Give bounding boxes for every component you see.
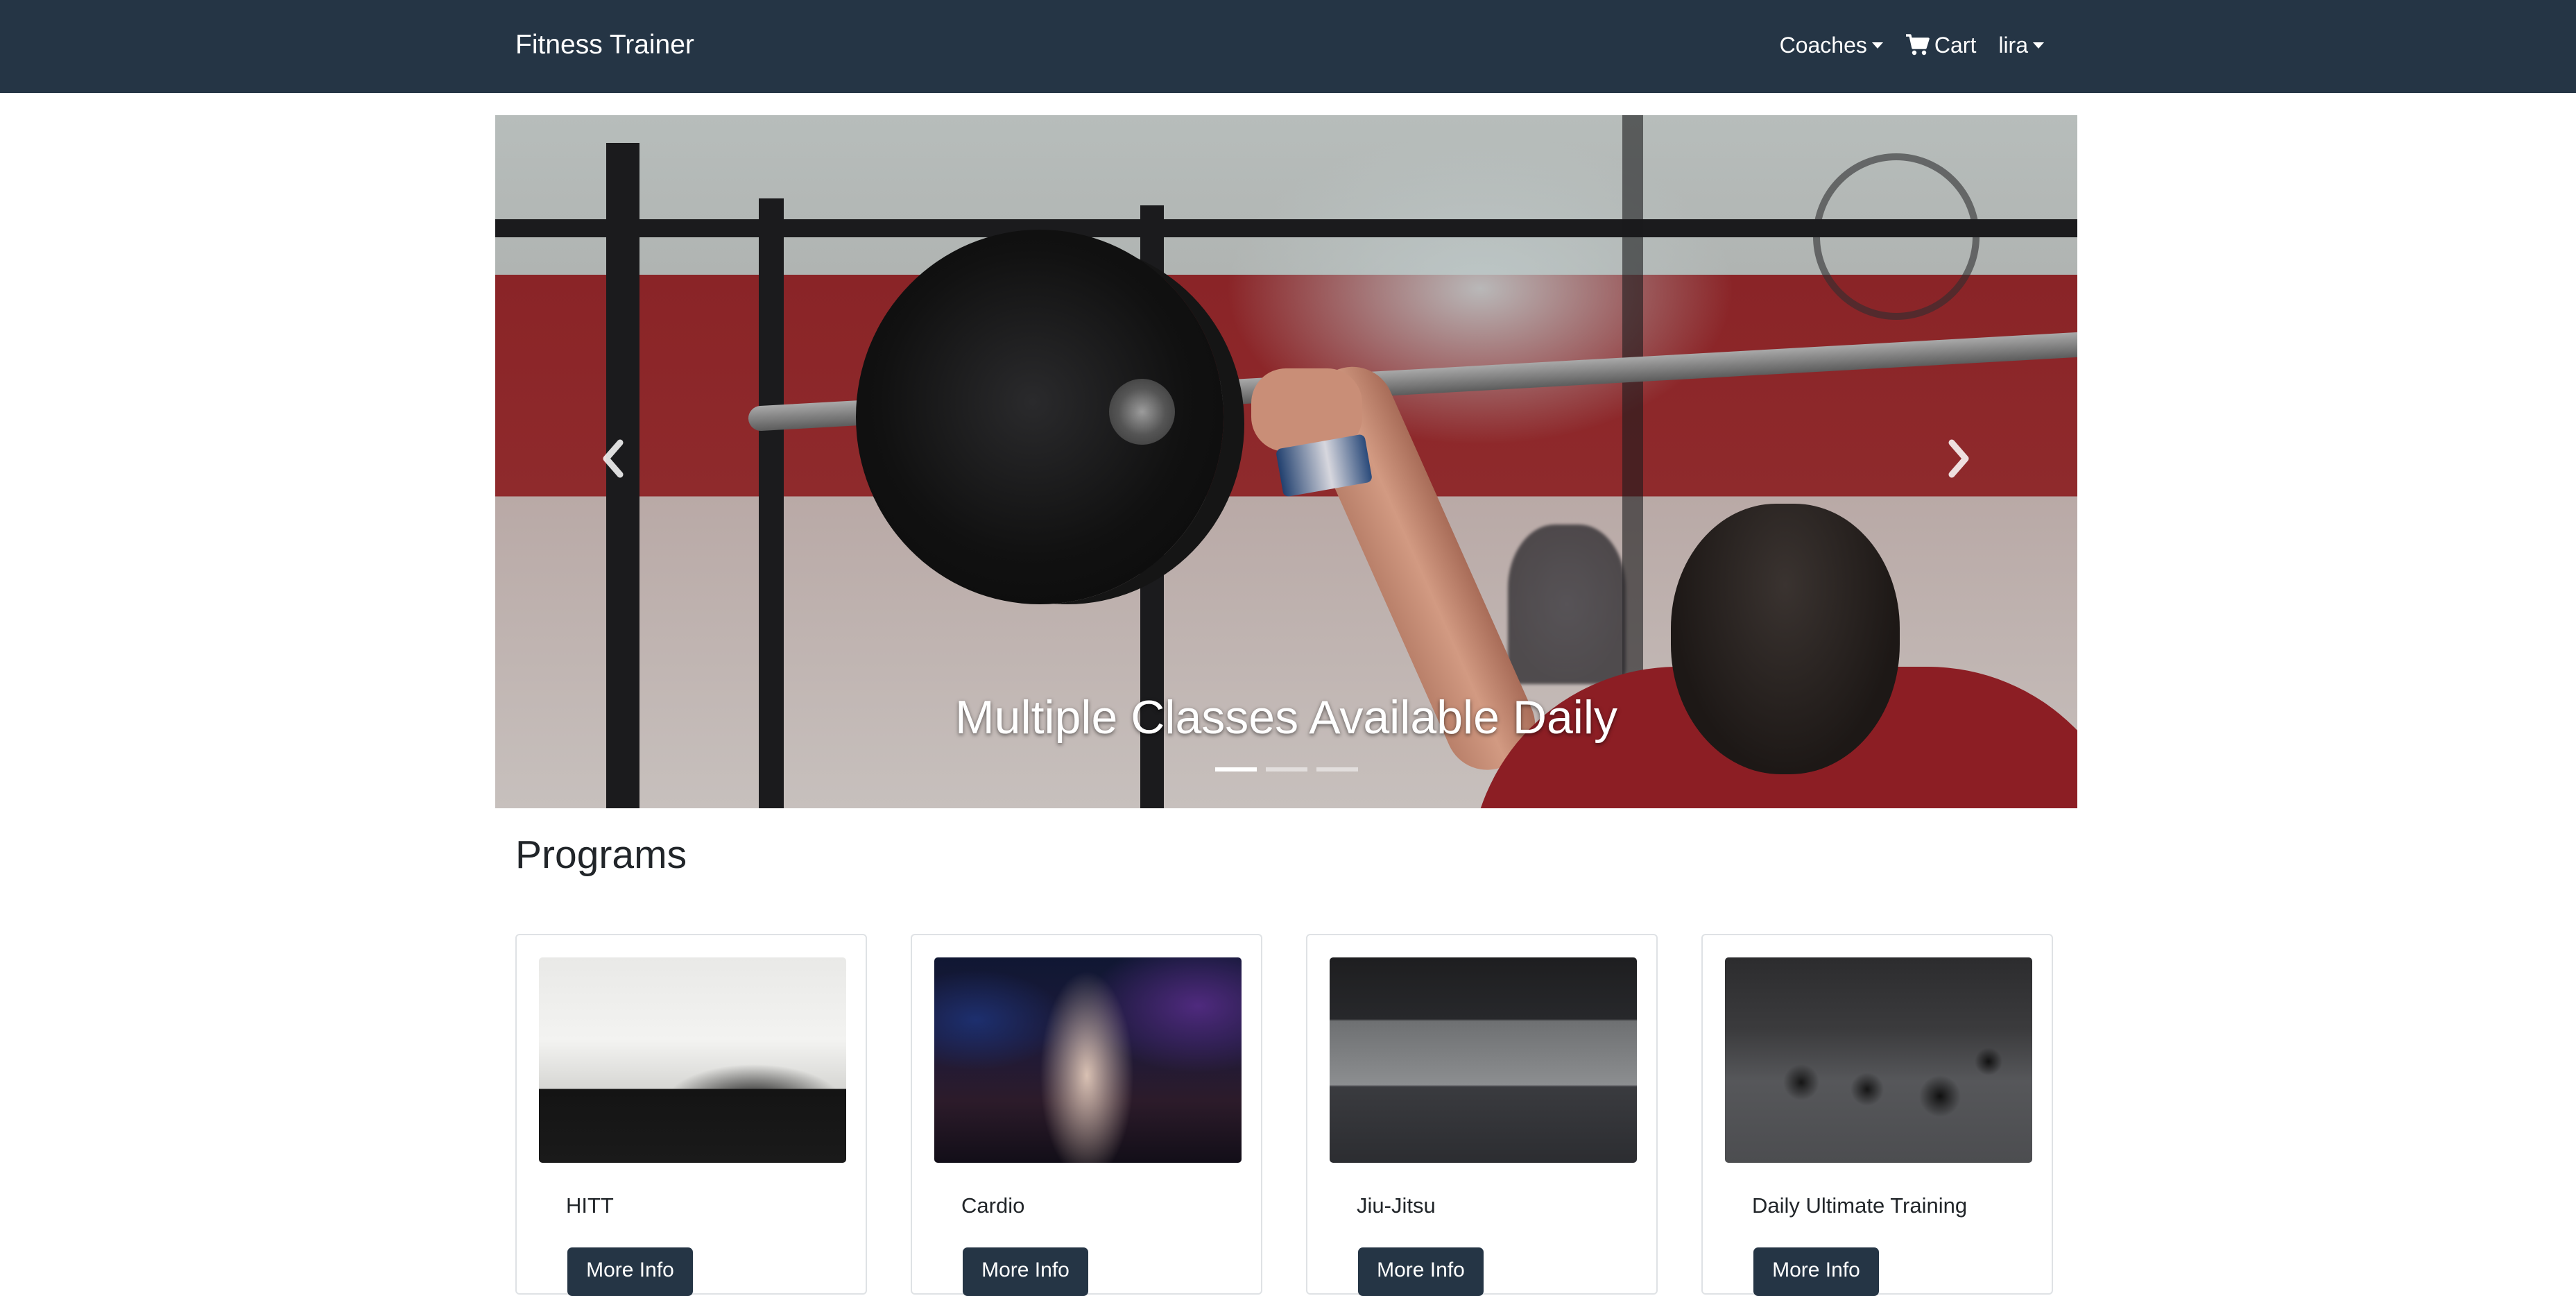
- caret-down-icon: [1871, 42, 1883, 49]
- program-card-title: Cardio: [961, 1193, 1025, 1218]
- program-card-title: HITT: [566, 1193, 614, 1218]
- rack-beam: [495, 219, 2077, 237]
- more-info-button[interactable]: More Info: [963, 1247, 1088, 1296]
- program-card-hitt: [515, 934, 867, 1295]
- programs-heading: Programs: [515, 833, 687, 877]
- program-card-image: [1725, 957, 2032, 1163]
- program-card-image: [1330, 957, 1637, 1163]
- program-card-title: Jiu-Jitsu: [1357, 1193, 1436, 1218]
- carousel-indicator-2[interactable]: [1266, 767, 1307, 771]
- carousel-caption: Multiple Classes Available Daily: [955, 691, 1617, 744]
- carousel-prev-button[interactable]: [592, 434, 634, 483]
- chevron-left-icon: [603, 439, 624, 478]
- coaches-label: Coaches: [1779, 32, 1867, 58]
- program-card-daily-ultimate-training: [1701, 934, 2053, 1295]
- chevron-right-icon: [1948, 439, 1969, 478]
- carousel-next-button[interactable]: [1938, 434, 1980, 483]
- coaches-dropdown[interactable]: Coaches: [1780, 33, 1883, 58]
- caret-down-icon: [2033, 42, 2044, 49]
- program-card-image: [934, 957, 1242, 1163]
- background-athlete: [1508, 525, 1626, 684]
- program-card-cardio: [911, 934, 1262, 1295]
- carousel-indicator-3[interactable]: [1316, 767, 1358, 771]
- user-dropdown[interactable]: lira: [1998, 33, 2044, 58]
- navbar: Fitness Trainer Coaches Cart lira: [0, 0, 2576, 93]
- cart-label: Cart: [1934, 32, 1977, 58]
- barbell-hub: [1109, 379, 1175, 445]
- shopping-cart-icon: [1905, 34, 1930, 56]
- program-card-image: [539, 957, 846, 1163]
- brand-link[interactable]: Fitness Trainer: [515, 26, 694, 65]
- carousel-indicators: [1215, 767, 1358, 771]
- more-info-button[interactable]: More Info: [1753, 1247, 1879, 1296]
- cart-link[interactable]: Cart: [1905, 33, 1976, 58]
- more-info-button[interactable]: More Info: [567, 1247, 693, 1296]
- user-label: lira: [1998, 32, 2028, 58]
- navbar-menu: Coaches Cart lira: [1780, 26, 2044, 65]
- hero-carousel: Multiple Classes Available Daily: [495, 115, 2077, 808]
- more-info-button[interactable]: More Info: [1358, 1247, 1484, 1296]
- program-card-title: Daily Ultimate Training: [1752, 1193, 1968, 1218]
- program-card-jiu-jitsu: [1306, 934, 1658, 1295]
- carousel-indicator-1[interactable]: [1215, 767, 1257, 771]
